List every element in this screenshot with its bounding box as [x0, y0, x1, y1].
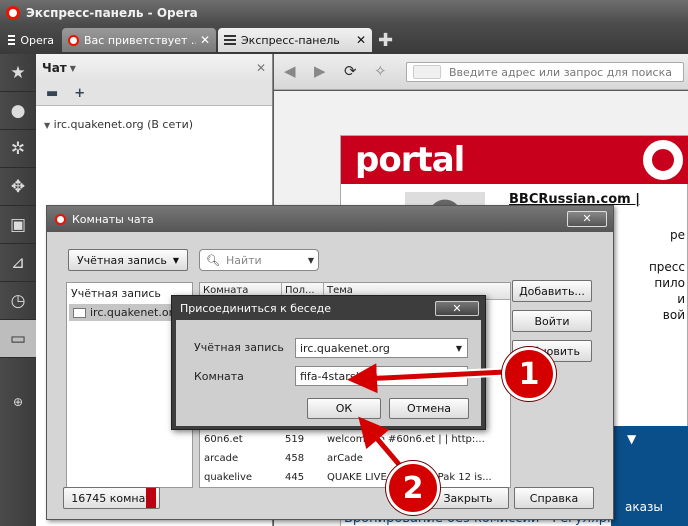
annotation-step-2: 2 [386, 461, 440, 515]
annotation-arrows [347, 363, 506, 471]
annotation-arrow-1 [347, 363, 506, 394]
annotation-step-1: 1 [502, 347, 556, 401]
annotation-arrow-2 [358, 416, 404, 470]
